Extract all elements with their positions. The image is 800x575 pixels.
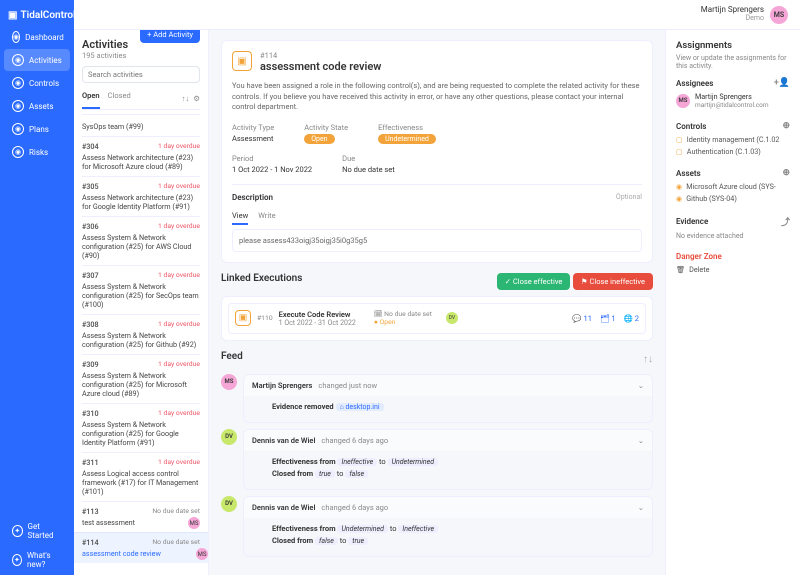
nav-plans[interactable]: ◉Plans — [4, 118, 70, 140]
linked-execution-row[interactable]: ▣ #110 Execute Code Review 1 Oct 2022 - … — [228, 303, 646, 334]
activity-item[interactable]: #3101 day overdueAssess System & Network… — [82, 403, 200, 452]
add-assignee-icon[interactable]: +👤 — [774, 78, 790, 88]
avatar[interactable]: MS — [770, 6, 788, 24]
comment-count[interactable]: 💬 11 — [572, 314, 592, 323]
tab-closed[interactable]: Closed — [108, 88, 131, 109]
tab-open[interactable]: Open — [82, 88, 100, 109]
activity-item[interactable]: SysOps team (#99) — [82, 114, 200, 136]
feed-sort-icon[interactable]: ↑↓ — [643, 354, 653, 365]
control-item[interactable]: ▢Identity management (C.1.02 — [676, 135, 790, 144]
delete-button[interactable]: 🗑Delete — [676, 265, 790, 274]
asset-item[interactable]: ◉Microsoft Azure cloud (SYS- — [676, 182, 790, 191]
activity-item[interactable]: #3111 day overdueAssess Logical access c… — [82, 452, 200, 501]
activity-item[interactable]: #3071 day overdueAssess System & Network… — [82, 265, 200, 314]
chevron-down-icon[interactable]: ⌄ — [638, 503, 644, 512]
activity-item[interactable]: #3061 day overdueAssess System & Network… — [82, 216, 200, 265]
brand: ▣ TidalControl — [0, 6, 74, 25]
nav-risks[interactable]: ◉Risks — [4, 141, 70, 163]
right-panel: Assignments View or update the assignmen… — [665, 30, 800, 575]
subtab-write[interactable]: Write — [258, 208, 275, 225]
attachment-count[interactable]: 🗂 1 — [600, 314, 616, 323]
link-count[interactable]: 🌐 2 — [624, 314, 639, 323]
nav-what-s-new-[interactable]: ✦What's new? — [4, 546, 70, 574]
sidebar: ▣ TidalControl ◉Dashboard◉Activities◉Con… — [0, 0, 74, 575]
activity-item[interactable]: #3041 day overdueAssess Network architec… — [82, 136, 200, 176]
filter-icon[interactable]: ⚙ — [193, 91, 200, 106]
description-box: please assess433oigj35oigj35i0g35g5 — [232, 229, 642, 252]
activities-panel: Activities + Add Activity 195 activities… — [74, 30, 209, 575]
activity-item[interactable]: #3081 day overdueAssess System & Network… — [82, 314, 200, 354]
activity-item[interactable]: #3091 day overdueAssess System & Network… — [82, 354, 200, 403]
activity-title: assessment code review — [260, 60, 381, 73]
chevron-down-icon[interactable]: ⌄ — [638, 436, 644, 445]
add-control-icon[interactable]: ⊕ — [782, 121, 790, 131]
assignee-avatar: DV — [446, 312, 458, 324]
feed-item: Dennis van de Wiel changed 6 days ago⌄Ef… — [243, 496, 653, 557]
feed-header[interactable]: Dennis van de Wiel changed 6 days ago⌄ — [244, 430, 652, 451]
activity-tabs: Open Closed ↑↓⚙ — [82, 88, 200, 110]
feed-header[interactable]: Martijn Sprengers changed just now⌄ — [244, 375, 652, 396]
close-effective-button[interactable]: ✓ Close effective — [497, 273, 571, 290]
nav-dashboard[interactable]: ◉Dashboard — [4, 26, 70, 48]
subtab-view[interactable]: View — [232, 208, 248, 225]
nav-get-started[interactable]: ✦Get Started — [4, 517, 70, 545]
activity-item[interactable]: #113No due date settest assessmentMS — [82, 501, 200, 532]
assignment-note: You have been assigned a role in the fol… — [232, 81, 642, 113]
add-asset-icon[interactable]: ⊕ — [782, 168, 790, 178]
search-input[interactable] — [82, 66, 200, 83]
add-activity-button[interactable]: + Add Activity — [140, 30, 200, 43]
activity-type-icon: ▣ — [232, 51, 252, 71]
chevron-down-icon[interactable]: ⌄ — [638, 381, 644, 390]
detail-panel: ▣ #114 assessment code review You have b… — [209, 30, 665, 575]
upload-evidence-icon[interactable]: ⤴ — [781, 215, 790, 228]
control-item[interactable]: ▢Authentication (C.1.03) — [676, 147, 790, 156]
sort-icon[interactable]: ↑↓ — [182, 91, 190, 106]
assignee-row[interactable]: MS Martijn Sprengersmartijn@tidalcontrol… — [676, 92, 790, 109]
feed-header[interactable]: Dennis van de Wiel changed 6 days ago⌄ — [244, 497, 652, 518]
nav-activities[interactable]: ◉Activities — [4, 49, 70, 71]
execution-icon: ▣ — [235, 310, 251, 326]
close-ineffective-button[interactable]: ⚑ Close ineffective — [573, 273, 653, 290]
asset-item[interactable]: ◉Github (SYS-04) — [676, 194, 790, 203]
nav-controls[interactable]: ◉Controls — [4, 72, 70, 94]
nav-assets[interactable]: ◉Assets — [4, 95, 70, 117]
topbar: Martijn SprengersDemo MS — [74, 0, 800, 30]
feed-item: Dennis van de Wiel changed 6 days ago⌄Ef… — [243, 429, 653, 490]
activity-item[interactable]: #114No due date setassessment code revie… — [74, 532, 208, 563]
user-name: Martijn SprengersDemo — [701, 6, 764, 22]
feed-item: Martijn Sprengers changed just now⌄Evide… — [243, 374, 653, 423]
activity-item[interactable]: #3051 day overdueAssess Network architec… — [82, 176, 200, 216]
